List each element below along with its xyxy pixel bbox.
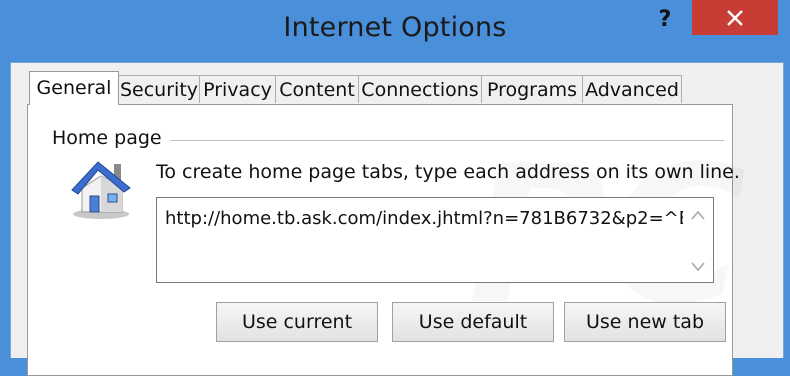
- title-bar: Internet Options ?: [0, 0, 790, 60]
- use-default-button[interactable]: Use default: [392, 302, 554, 342]
- tab-privacy[interactable]: Privacy: [199, 75, 276, 103]
- close-button[interactable]: [692, 0, 778, 35]
- tab-programs[interactable]: Programs: [481, 75, 583, 103]
- scroll-down-icon[interactable]: [691, 262, 705, 272]
- general-tab-panel: PC Home page To create home page tabs, t…: [27, 104, 740, 376]
- home-page-url-value[interactable]: http://home.tb.ask.com/index.jhtml?n=781…: [165, 208, 683, 229]
- tab-connections[interactable]: Connections: [358, 75, 482, 103]
- use-current-button[interactable]: Use current: [216, 302, 378, 342]
- home-page-group-label: Home page: [52, 127, 170, 149]
- use-new-tab-button[interactable]: Use new tab: [564, 302, 726, 342]
- help-button[interactable]: ?: [648, 6, 682, 34]
- close-icon: [727, 10, 743, 26]
- tab-security[interactable]: Security: [118, 75, 200, 103]
- house-icon: [71, 161, 131, 219]
- group-divider: [168, 140, 724, 141]
- scroll-up-icon[interactable]: [691, 210, 705, 220]
- tab-advanced[interactable]: Advanced: [582, 75, 682, 103]
- home-page-instructions: To create home page tabs, type each addr…: [156, 161, 740, 183]
- dialog-body: General Security Privacy Content Connect…: [10, 62, 784, 376]
- tab-general[interactable]: General: [29, 71, 119, 105]
- tab-content[interactable]: Content: [275, 75, 359, 103]
- home-page-url-textarea[interactable]: http://home.tb.ask.com/index.jhtml?n=781…: [156, 197, 714, 283]
